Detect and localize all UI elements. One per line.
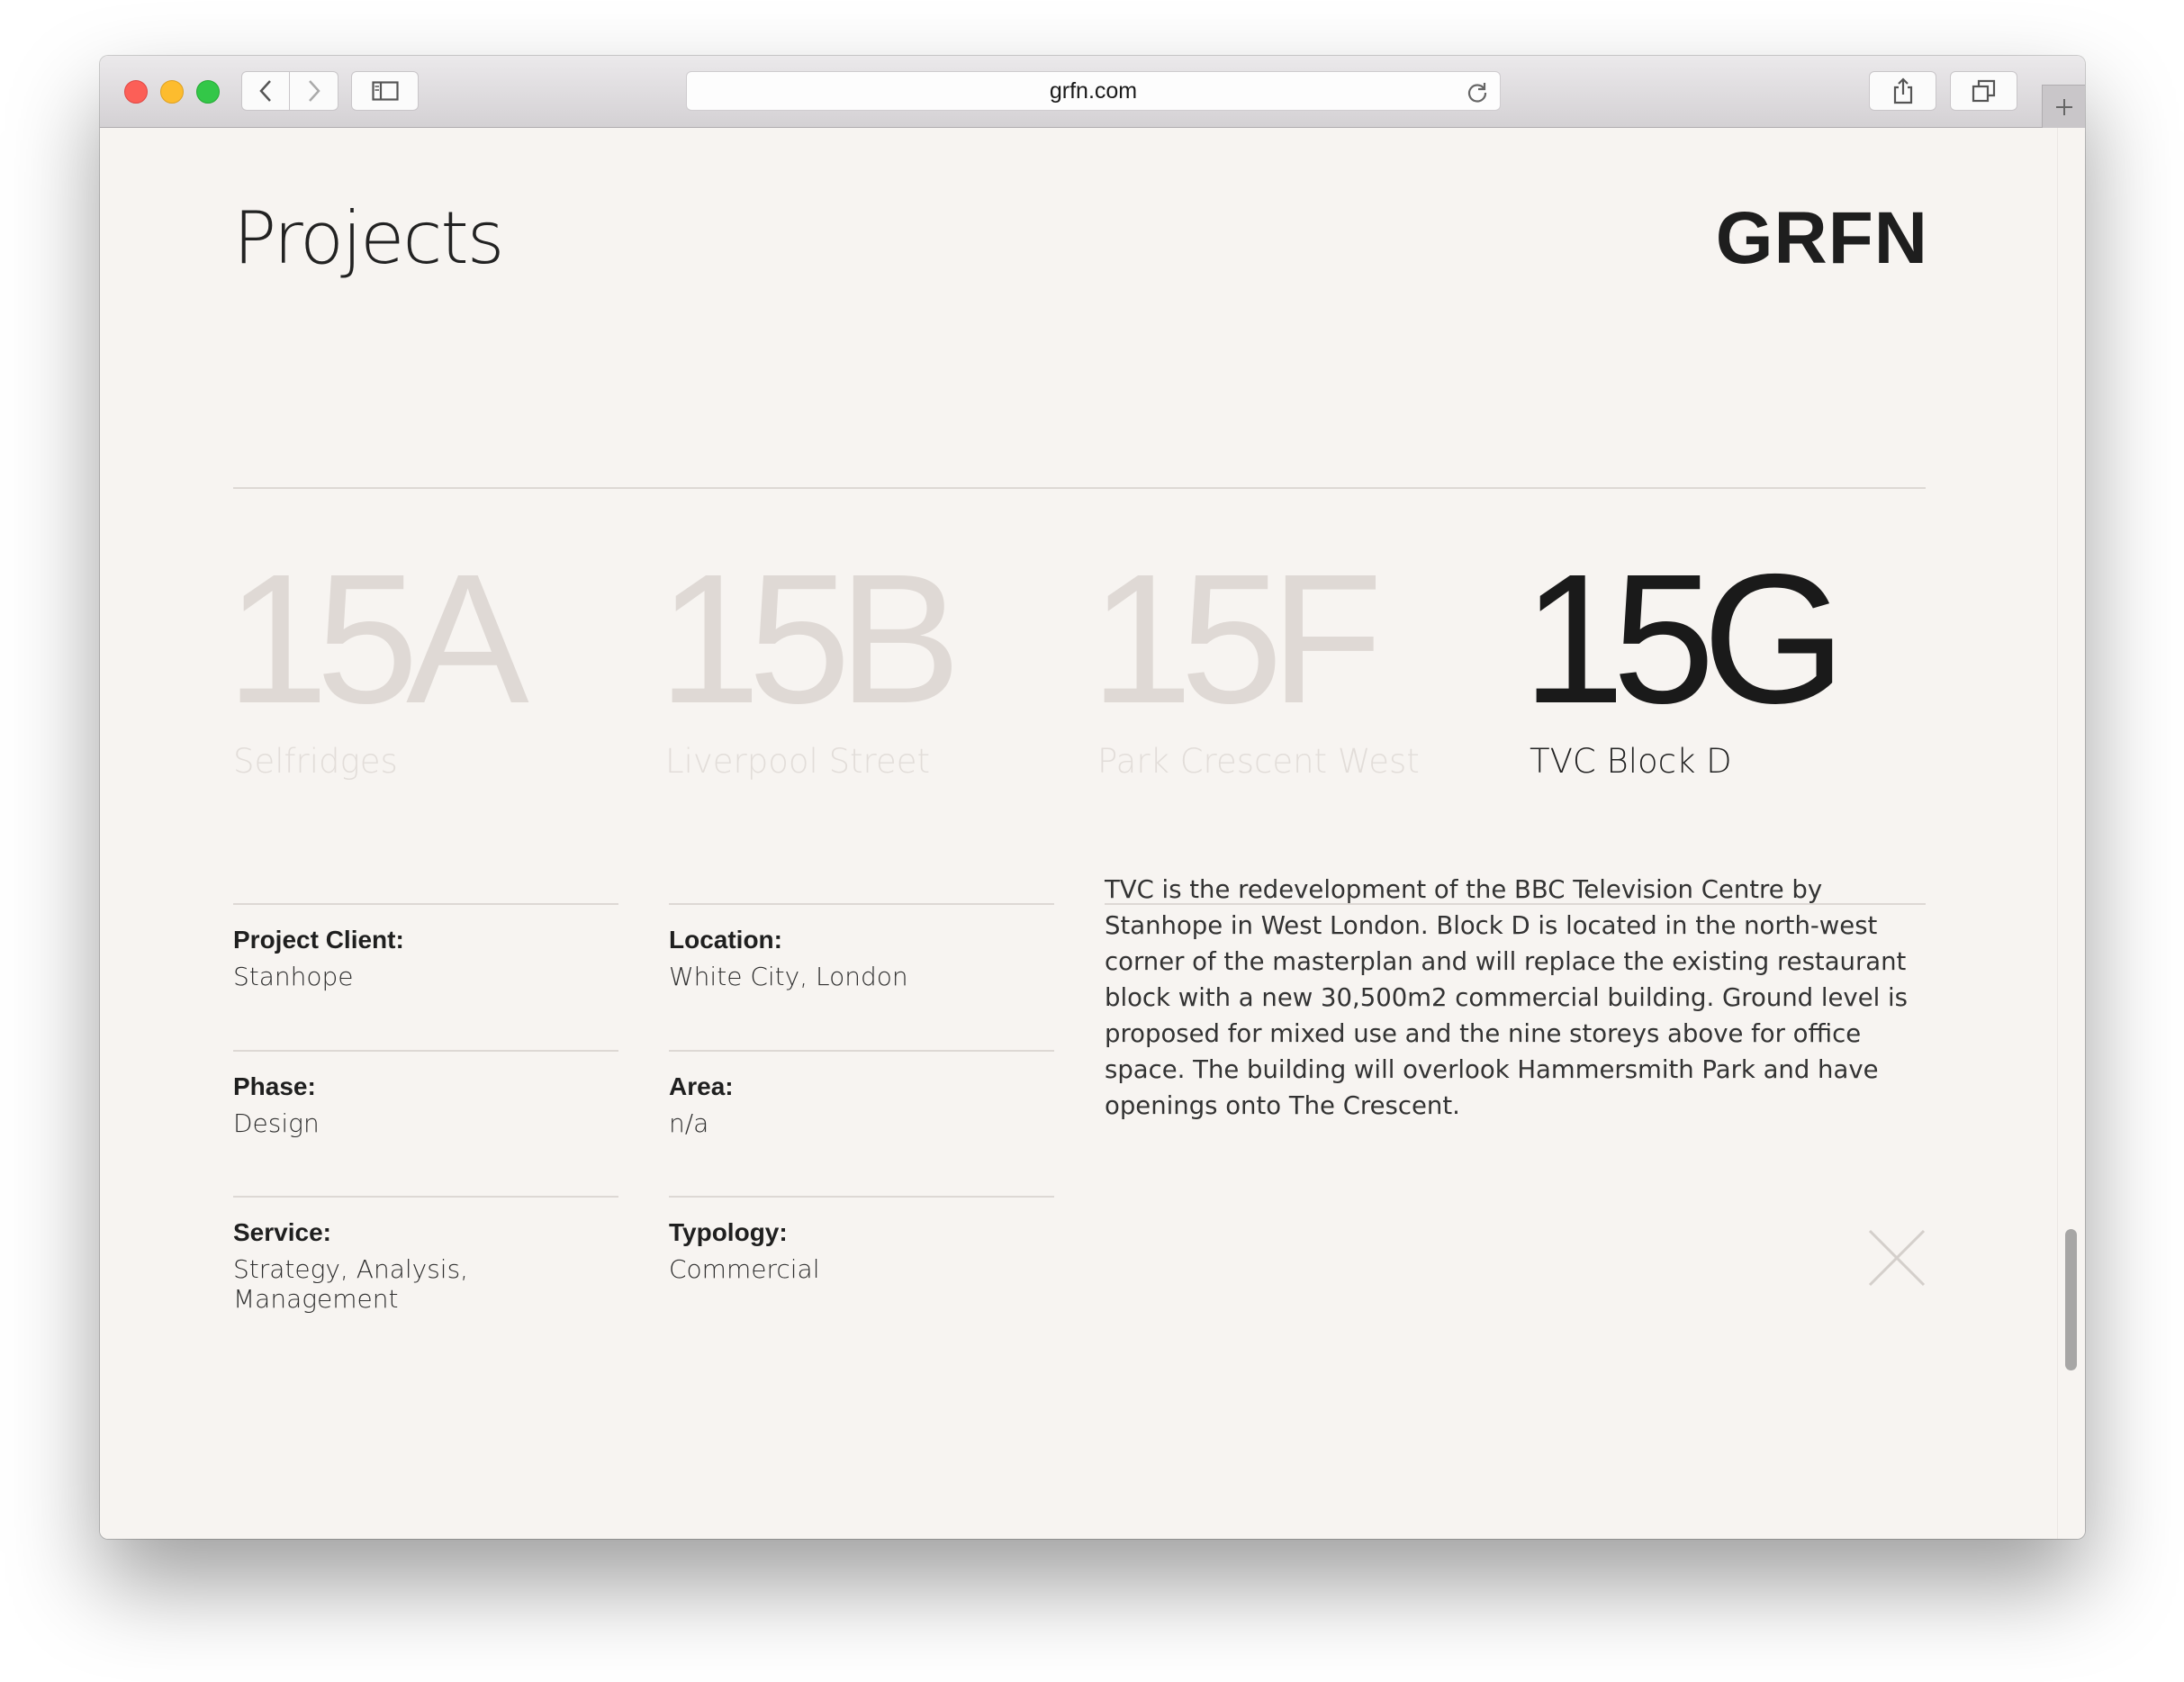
chevron-right-icon	[308, 80, 320, 102]
minimize-window-button[interactable]	[160, 80, 184, 104]
tabs-icon	[1972, 79, 1995, 103]
new-tab-button[interactable]	[2042, 85, 2085, 128]
project-name: Selfridges	[233, 742, 398, 781]
share-button[interactable]	[1869, 71, 1936, 111]
info-value: n/a	[669, 1108, 709, 1138]
browser-toolbar: grfn.com	[100, 56, 2085, 128]
info-label: Phase:	[233, 1072, 316, 1100]
plus-icon	[2055, 98, 2072, 115]
detail-divider	[233, 1196, 618, 1198]
project-description: TVC is the redevelopment of the BBC Tele…	[1105, 875, 1908, 1120]
project-tile-15f[interactable]: 15F Park Crescent West	[1090, 547, 1450, 781]
info-label: Service:	[233, 1218, 331, 1246]
detail-divider	[669, 903, 1054, 905]
header-divider	[233, 487, 1926, 489]
project-service: Service: Strategy, Analysis, Management	[233, 1218, 620, 1314]
project-client: Project Client: Stanhope	[233, 926, 620, 991]
chevron-left-icon	[259, 80, 271, 102]
project-name: Liverpool Street	[665, 742, 930, 781]
project-location: Location: White City, London	[669, 926, 1056, 991]
back-button[interactable]	[241, 71, 290, 111]
sidebar-icon	[371, 81, 399, 101]
show-tabs-button[interactable]	[1950, 71, 2017, 111]
project-name: TVC Block D	[1530, 742, 1732, 781]
project-code: 15A	[226, 536, 529, 742]
project-name: Park Crescent West	[1097, 742, 1420, 781]
info-value: Strategy, Analysis, Management	[233, 1254, 469, 1314]
info-value: Commercial	[669, 1254, 820, 1284]
close-window-button[interactable]	[124, 80, 148, 104]
info-value: Stanhope	[233, 962, 354, 991]
address-bar[interactable]: grfn.com	[686, 71, 1501, 111]
info-label: Area:	[669, 1072, 734, 1100]
sidebar-toggle-button[interactable]	[351, 71, 419, 111]
project-typology: Typology: Commercial	[669, 1218, 1056, 1284]
project-area: Area: n/a	[669, 1072, 1056, 1138]
project-tile-15b[interactable]: 15B Liverpool Street	[658, 547, 1018, 781]
browser-window: grfn.com Projects GRFN 15A Selfridges 15…	[100, 56, 2085, 1539]
forward-button[interactable]	[290, 71, 338, 111]
page-title: Projects	[233, 196, 504, 280]
project-code: 15G	[1522, 536, 1846, 742]
project-phase: Phase: Design	[233, 1072, 620, 1138]
url-text: grfn.com	[1049, 78, 1138, 104]
close-icon[interactable]	[1868, 1229, 1926, 1287]
vertical-scrollbar[interactable]	[2057, 128, 2085, 1539]
project-code: 15F	[1090, 536, 1383, 742]
scrollbar-thumb[interactable]	[2065, 1229, 2077, 1370]
reload-icon[interactable]	[1466, 80, 1489, 104]
share-icon	[1893, 77, 1912, 104]
detail-divider	[233, 1050, 618, 1052]
project-code: 15B	[658, 536, 961, 742]
detail-divider	[669, 1196, 1054, 1198]
zoom-window-button[interactable]	[196, 80, 220, 104]
info-label: Typology:	[669, 1218, 788, 1246]
detail-divider	[233, 903, 618, 905]
grfn-logo[interactable]: GRFN	[1716, 196, 1928, 281]
project-tile-15g[interactable]: 15G TVC Block D	[1522, 547, 1882, 781]
project-tile-15a[interactable]: 15A Selfridges	[226, 547, 586, 781]
page-content: Projects GRFN 15A Selfridges 15B Liverpo…	[100, 128, 2085, 1539]
detail-divider	[669, 1050, 1054, 1052]
info-value: White City, London	[669, 962, 908, 991]
info-label: Location:	[669, 926, 782, 954]
info-label: Project Client:	[233, 926, 404, 954]
info-value: Design	[233, 1108, 320, 1138]
